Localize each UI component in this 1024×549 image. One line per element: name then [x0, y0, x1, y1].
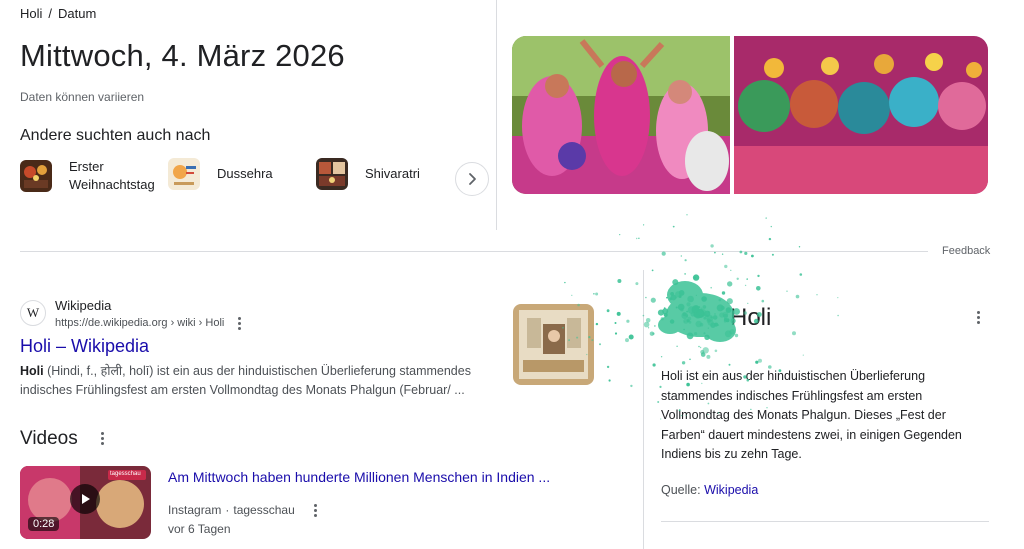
chip-thumbnail [316, 158, 348, 190]
result-snippet: Holi (Hindi, f., होली, holī) ist ein aus… [20, 362, 490, 400]
chips-next-button[interactable] [455, 162, 489, 196]
snippet-bold: Holi [20, 364, 44, 378]
chip-label-line2: Weihnachtstag [69, 177, 155, 192]
more-vert-icon[interactable] [97, 431, 107, 445]
video-age: vor 6 Tagen [168, 522, 231, 536]
source-link[interactable]: Wikipedia [704, 483, 758, 497]
knowledge-panel-description: Holi ist ein aus der hinduistischen Über… [661, 369, 962, 461]
result-url-row: https://de.wikipedia.org › wiki › Holi [55, 316, 244, 330]
video-thumbnail[interactable]: tagesschau 0:28 [20, 466, 151, 539]
breadcrumb: Holi / Datum [20, 6, 96, 21]
result-thumbnail[interactable] [513, 304, 594, 385]
wikipedia-favicon: W [20, 300, 46, 326]
knowledge-panel-source: Quelle: Wikipedia [661, 483, 758, 497]
hero-image-gallery[interactable] [512, 36, 988, 194]
more-vert-icon[interactable] [311, 503, 321, 517]
play-icon[interactable] [70, 484, 100, 514]
also-searched-chips: Erster Weihnachtstag Dussehra Shivaratri [20, 158, 490, 198]
chip-dussehra[interactable]: Dussehra [168, 158, 273, 190]
chip-thumbnail [20, 160, 52, 192]
breadcrumb-separator: / [48, 6, 53, 21]
knowledge-panel-divider [643, 270, 644, 549]
breadcrumb-item-datum: Datum [58, 6, 97, 21]
chip-thumbnail [168, 158, 200, 190]
hero-image-dancers[interactable] [512, 36, 730, 194]
snippet-line2: indisches Frühlingsfest am ersten Vollmo… [20, 383, 465, 397]
date-headline: Mittwoch, 4. März 2026 [20, 38, 345, 73]
knowledge-panel-title: Holi [730, 304, 772, 331]
videos-section-title: Videos [20, 428, 78, 449]
breadcrumb-item-holi[interactable]: Holi [20, 6, 42, 21]
result-title-link[interactable]: Holi – Wikipedia [20, 336, 149, 357]
chip-label: Dussehra [217, 166, 273, 181]
also-searched-title: Andere suchten auch nach [20, 127, 211, 144]
section-divider [20, 251, 928, 252]
result-url[interactable]: https://de.wikipedia.org › wiki › Holi [55, 317, 224, 329]
more-vert-icon[interactable] [234, 316, 244, 330]
chip-label: Shivaratri [365, 166, 420, 181]
video-source-separator: · [225, 503, 230, 517]
chevron-right-icon [469, 173, 476, 185]
video-platform: Instagram [168, 503, 222, 517]
video-duration: 0:28 [28, 517, 60, 531]
video-channel: tagesschau [233, 503, 295, 517]
video-source: Instagram · tagesschau [168, 503, 321, 517]
hero-image-faces[interactable] [734, 36, 988, 194]
more-vert-icon[interactable] [973, 310, 983, 324]
feedback-link[interactable]: Feedback [942, 245, 990, 257]
snippet-line1: (Hindi, f., होली, holī) ist ein aus der … [43, 364, 471, 378]
source-label: Quelle: [661, 483, 701, 497]
chip-shivaratri[interactable]: Shivaratri [316, 158, 420, 190]
knowledge-panel-bottom-divider [661, 521, 989, 522]
chip-label: Erster [69, 159, 104, 174]
video-title-link[interactable]: Am Mittwoch haben hunderte Millionen Men… [168, 469, 550, 485]
date-disclaimer: Daten können variieren [20, 90, 145, 104]
result-site-name[interactable]: Wikipedia [55, 298, 111, 313]
video-badge: tagesschau [110, 471, 141, 477]
chip-erster-weihnachtstag[interactable]: Erster Weihnachtstag [20, 158, 155, 194]
column-divider [496, 0, 497, 230]
